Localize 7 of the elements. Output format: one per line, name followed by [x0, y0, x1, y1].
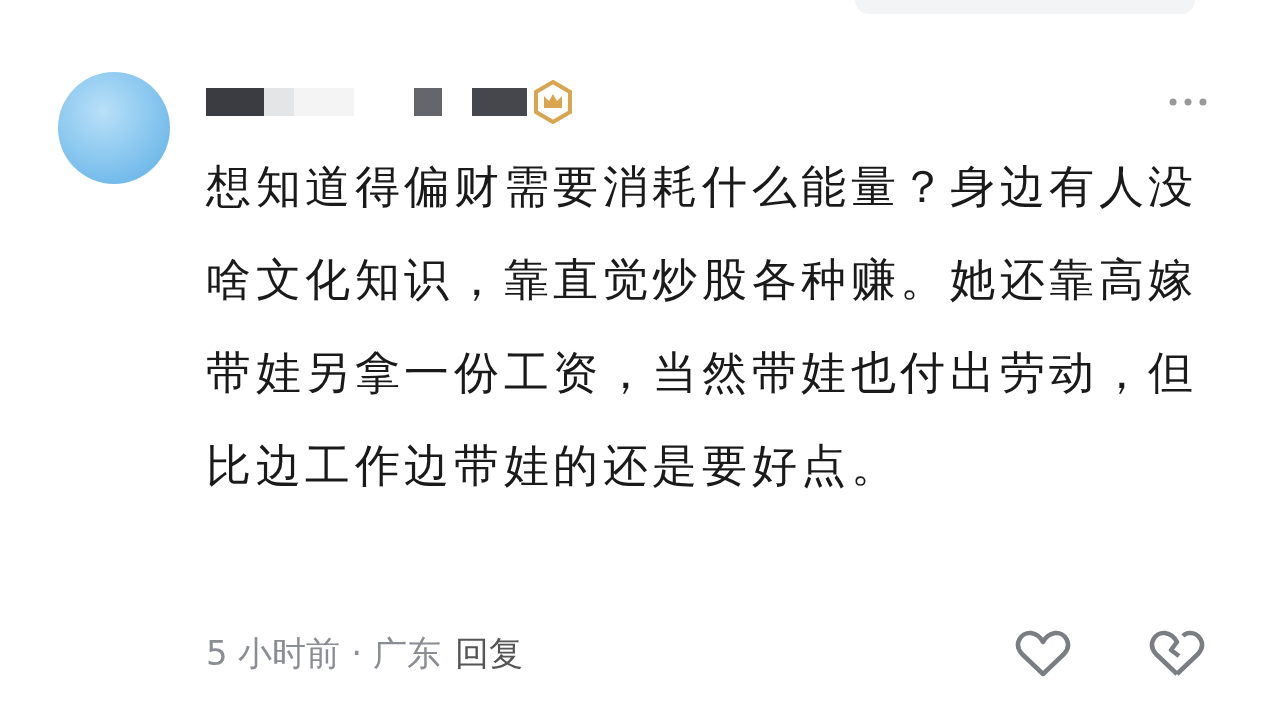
- comment-meta: 5 小时前 · 广东: [206, 632, 441, 675]
- crown-badge-icon: [533, 80, 573, 124]
- more-icon[interactable]: [1168, 97, 1208, 107]
- comment-text: 想知道得偏财需要消耗什么能量？身边有人没啥文化知识，靠直觉炒股各种赚。她还靠高嫁带娃另拿一份工资，当然带娃也付出劳动，但比边工作边带娃的还是要好点。: [206, 159, 1199, 494]
- like-heart-icon[interactable]: [1015, 630, 1071, 678]
- reply-button[interactable]: 回复: [454, 631, 523, 677]
- broken-heart-icon[interactable]: [1149, 630, 1205, 678]
